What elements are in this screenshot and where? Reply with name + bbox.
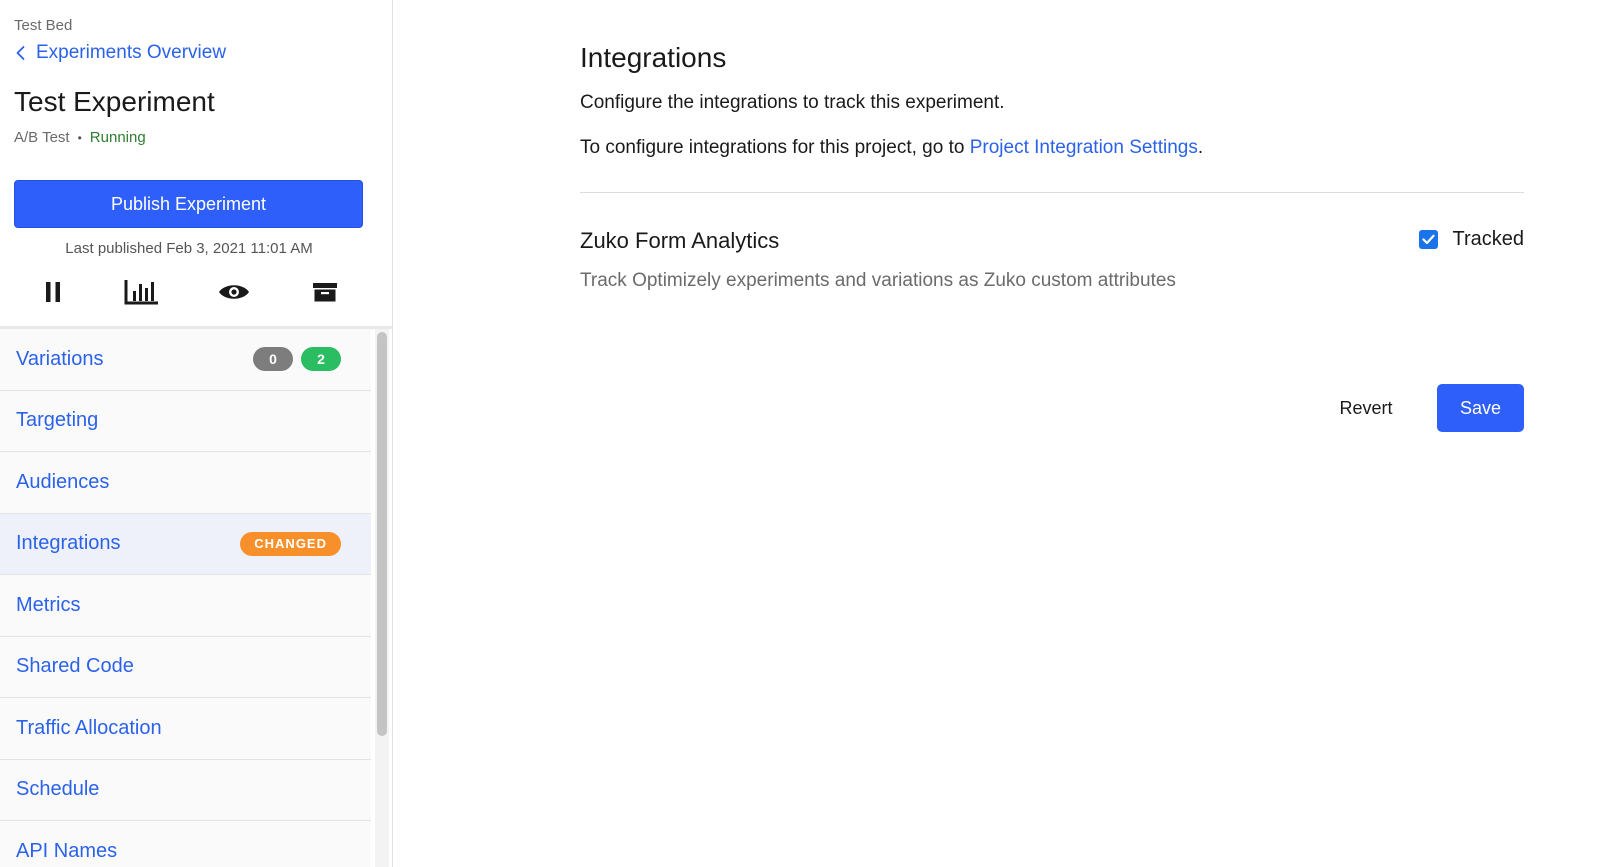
nav-item-label: Schedule	[16, 778, 100, 801]
nav-item-label: Audiences	[16, 470, 110, 493]
nav-scrollbar-thumb[interactable]	[377, 332, 387, 736]
tracked-checkbox[interactable]	[1419, 230, 1439, 249]
experiment-nav: Variations 0 2 Targeting Audiences Integ…	[0, 329, 371, 867]
page-title: Integrations	[580, 42, 727, 73]
config-instructions: To configure integrations for this proje…	[580, 137, 1203, 159]
paused-count-badge: 0	[253, 347, 293, 372]
results-button[interactable]	[122, 275, 162, 309]
sidebar: Test Bed Experiments Overview Test Exper…	[0, 0, 393, 867]
chevron-left-icon	[16, 46, 25, 60]
pause-icon	[46, 282, 60, 302]
nav-item-targeting[interactable]: Targeting	[0, 390, 371, 452]
nav-item-label: Targeting	[16, 409, 99, 432]
nav-item-label: Integrations	[16, 532, 121, 555]
integration-description: Track Optimizely experiments and variati…	[580, 270, 1176, 291]
nav-item-shared-code[interactable]: Shared Code	[0, 636, 371, 698]
save-button[interactable]: Save	[1437, 384, 1524, 432]
experiment-type: A/B Test	[14, 129, 70, 146]
tracked-label: Tracked	[1452, 228, 1524, 250]
nav-item-metrics[interactable]: Metrics	[0, 575, 371, 637]
integration-name: Zuko Form Analytics	[580, 228, 780, 253]
nav-item-label: Variations	[16, 347, 104, 370]
status-badge: Running	[89, 129, 146, 146]
project-name: Test Bed	[14, 17, 73, 34]
nav-item-audiences[interactable]: Audiences	[0, 452, 371, 514]
tracked-toggle[interactable]: Tracked	[1419, 228, 1524, 251]
nav-item-integrations[interactable]: Integrations CHANGED	[0, 513, 371, 575]
experiment-title: Test Experiment	[14, 86, 215, 117]
results-chart-icon	[124, 280, 158, 305]
experiment-meta: A/B Test • Running	[14, 129, 146, 146]
active-count-badge: 2	[301, 347, 341, 372]
project-integration-settings-link[interactable]: Project Integration Settings	[970, 137, 1198, 158]
archive-button[interactable]	[305, 275, 345, 309]
changed-badge: CHANGED	[240, 531, 341, 556]
section-divider	[580, 192, 1524, 193]
nav-item-schedule[interactable]: Schedule	[0, 759, 371, 821]
config-suffix: .	[1197, 137, 1204, 158]
archive-icon	[313, 283, 337, 302]
preview-button[interactable]	[214, 275, 254, 309]
nav-item-label: Traffic Allocation	[16, 716, 162, 739]
nav-item-traffic-allocation[interactable]: Traffic Allocation	[0, 698, 371, 760]
nav-item-label: Shared Code	[16, 655, 134, 678]
experiment-actions	[0, 275, 378, 309]
revert-button[interactable]: Revert	[1326, 384, 1406, 432]
back-link-label: Experiments Overview	[36, 42, 227, 63]
nav-item-label: API Names	[16, 839, 118, 862]
config-prefix: To configure integrations for this proje…	[580, 137, 970, 158]
nav-item-label: Metrics	[16, 593, 81, 616]
last-published-text: Last published Feb 3, 2021 11:01 AM	[65, 240, 313, 257]
publish-experiment-button[interactable]: Publish Experiment	[14, 180, 363, 228]
variation-badges: 0 2	[253, 347, 341, 372]
nav-item-variations[interactable]: Variations 0 2	[0, 329, 371, 391]
page-description: Configure the integrations to track this…	[580, 92, 1005, 113]
pause-button[interactable]	[33, 275, 73, 309]
separator-dot: •	[77, 130, 82, 145]
preview-eye-icon	[219, 285, 249, 299]
back-to-experiments-link[interactable]: Experiments Overview	[14, 42, 226, 64]
checkmark-icon	[1422, 234, 1436, 245]
nav-item-api-names[interactable]: API Names	[0, 821, 371, 867]
